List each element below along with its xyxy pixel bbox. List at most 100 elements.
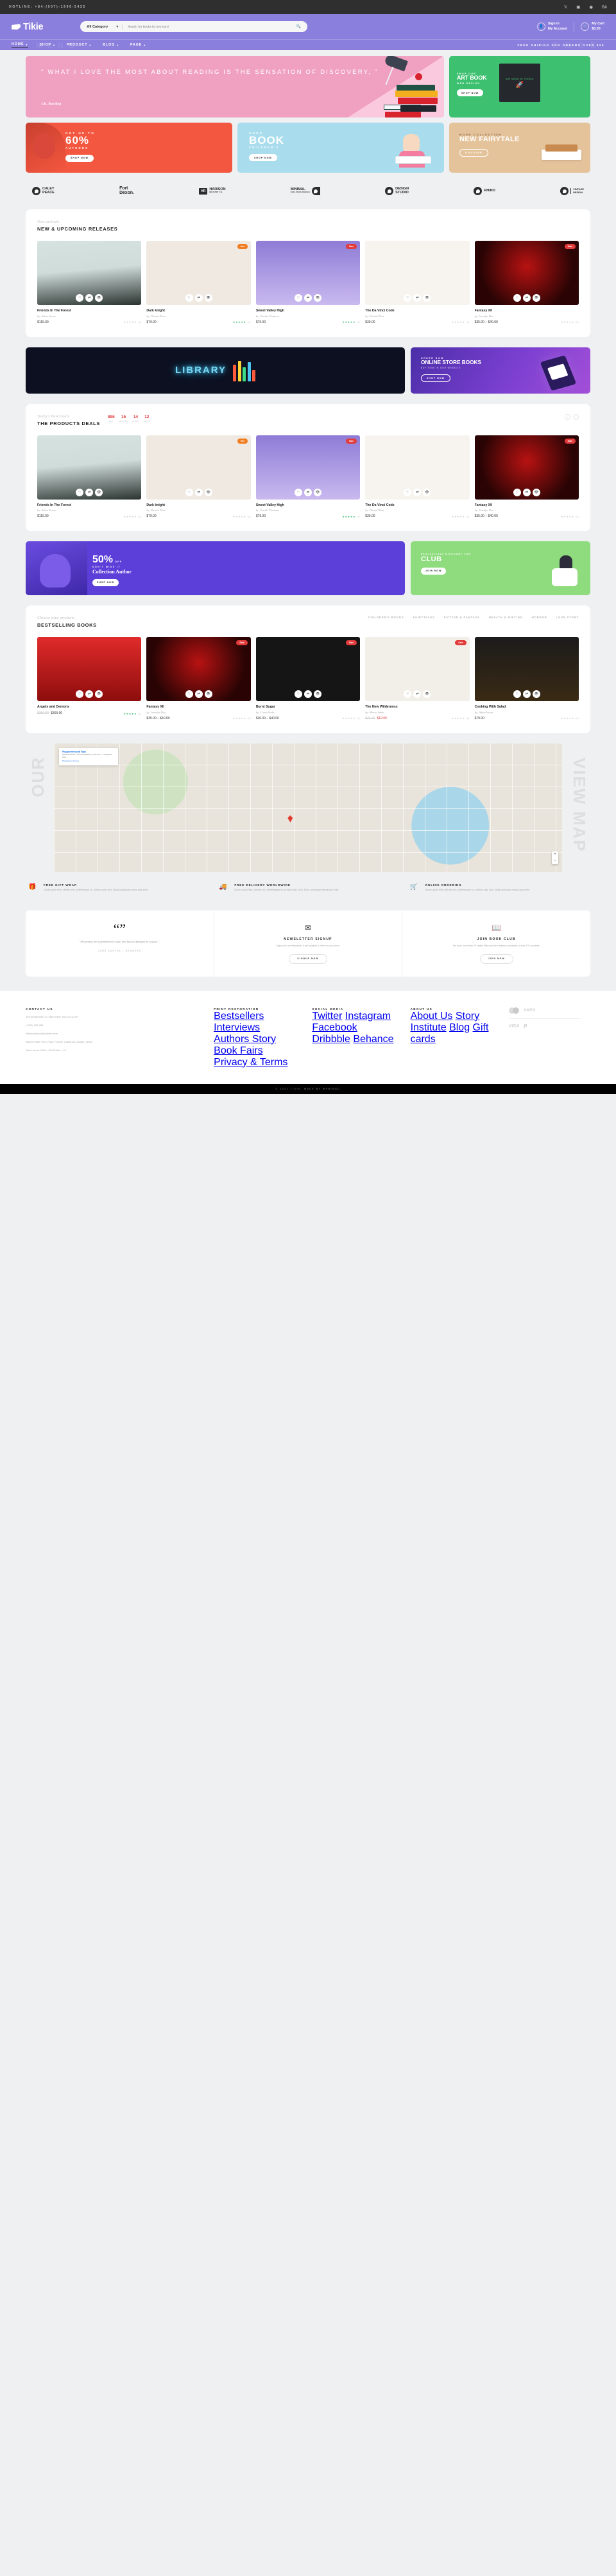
footer-link-bestsellers[interactable]: Bestsellers: [214, 1011, 264, 1022]
product-card[interactable]: ♡ ⇄ 👁 Angels and Demons $350.00 $300.00 ★★★…: [37, 637, 142, 720]
footer-link-story[interactable]: Story: [456, 1011, 479, 1022]
product-title[interactable]: The New Wilderness: [365, 705, 469, 709]
tab-love-story[interactable]: LOVE STORY: [556, 616, 579, 619]
quickview-icon[interactable]: 👁: [314, 488, 322, 496]
compare-icon[interactable]: ⇄: [304, 488, 312, 496]
product-card[interactable]: Sale ♡ ⇄ 👁 Fantasy XII by: Jennifer Doe $3…: [474, 241, 579, 324]
wishlist-icon[interactable]: ♡: [185, 294, 193, 302]
product-card[interactable]: Hot ♡ ⇄ 👁 Dark knight by: Davisd Plast $79…: [146, 241, 251, 324]
product-thumbnail[interactable]: ♡ ⇄ 👁: [365, 241, 470, 306]
product-thumbnail[interactable]: ♡ ⇄ 👁: [37, 435, 142, 500]
product-thumbnail[interactable]: ♡ ⇄ 👁: [474, 637, 579, 702]
product-card[interactable]: Sale ♡ ⇄ 👁 The New Wilderness by: Maria Ja…: [365, 637, 470, 720]
footer-link-facebook[interactable]: Facebook: [312, 1022, 357, 1033]
online-store-banner[interactable]: ORDER NOW ONLINE STORE BOOKS BUY NOW IN …: [411, 347, 590, 394]
zoom-in-button[interactable]: +: [552, 851, 558, 858]
wishlist-icon[interactable]: ♡: [76, 690, 84, 699]
prev-arrow-icon[interactable]: ‹: [565, 413, 570, 420]
quickview-icon[interactable]: 👁: [204, 690, 212, 699]
nav-item-home[interactable]: HOME ▼: [12, 42, 29, 48]
wishlist-icon[interactable]: ♡: [295, 488, 303, 496]
store-shop-button[interactable]: SHOP NOW: [421, 374, 450, 383]
product-hover-actions[interactable]: ♡ ⇄ 👁: [256, 690, 360, 699]
product-thumbnail[interactable]: Sale ♡ ⇄ 👁: [255, 241, 361, 306]
product-title[interactable]: Fantasy XII: [475, 309, 579, 313]
behance-icon[interactable]: Bē: [602, 5, 607, 10]
search-bar[interactable]: All Category ▼ 🔍: [80, 21, 308, 32]
search-icon[interactable]: 🔍: [296, 24, 301, 29]
compare-icon[interactable]: ⇄: [194, 294, 203, 302]
tab-horror[interactable]: HORROR: [532, 616, 547, 619]
wishlist-icon[interactable]: ♡: [185, 690, 193, 699]
footer-link-instagram[interactable]: Instagram: [345, 1011, 391, 1022]
club-join-button[interactable]: JOIN NOW: [421, 568, 447, 575]
quickview-icon[interactable]: 👁: [95, 690, 103, 699]
product-hover-actions[interactable]: ♡ ⇄ 👁: [37, 690, 141, 699]
wishlist-icon[interactable]: ♡: [76, 294, 84, 302]
wishlist-icon[interactable]: ♡: [185, 488, 193, 496]
brand-caley-peace[interactable]: CALEY PEACE: [32, 187, 55, 196]
wishlist-icon[interactable]: ♡: [295, 294, 303, 302]
promo-fairytale[interactable]: BOOK COLLECTION NEW FAIRYTALE DISCOVER: [449, 123, 590, 173]
instagram-icon[interactable]: ▣: [576, 4, 580, 10]
footer-link-behance[interactable]: Behance: [353, 1034, 393, 1045]
product-title[interactable]: Friends In The Forest: [37, 503, 141, 507]
product-hover-actions[interactable]: ♡ ⇄ 👁: [365, 690, 469, 699]
nav-item-blog[interactable]: BLOG ▼: [103, 42, 119, 48]
product-thumbnail[interactable]: Sale ♡ ⇄ 👁: [474, 241, 579, 306]
quickview-icon[interactable]: 👁: [423, 488, 431, 496]
quickview-icon[interactable]: 👁: [95, 294, 103, 302]
product-thumbnail[interactable]: Sale ♡ ⇄ 👁: [255, 435, 361, 500]
wishlist-icon[interactable]: ♡: [76, 488, 84, 496]
brand-harison[interactable]: HR HARISON INDISTRY CO.: [199, 188, 226, 195]
footer-link-blog[interactable]: Blog: [449, 1022, 470, 1033]
tab-fairytales[interactable]: FAIRYTALES: [413, 616, 435, 619]
product-card[interactable]: Sale ♡ ⇄ 👁 Sweet Valley High by: Davids Th…: [255, 435, 361, 518]
signin-button[interactable]: 👤 Sign in My Account: [536, 22, 567, 32]
brand-vintage-design[interactable]: VINTAGE DESIGN: [560, 187, 584, 196]
book-club-banner[interactable]: EXCLUSIVELY DISCOUNT FOR CLUB JOIN NOW: [411, 541, 590, 596]
quickview-icon[interactable]: 👁: [423, 690, 431, 699]
promo-childrens-book[interactable]: SHOP BOOK CHILDREN'S SHOP NOW: [237, 123, 444, 173]
product-title[interactable]: Dark knight: [146, 309, 250, 313]
quickview-icon[interactable]: 👁: [314, 690, 322, 699]
quickview-icon[interactable]: 👁: [204, 488, 212, 496]
map-zoom-controls[interactable]: + −: [552, 851, 558, 864]
map-canvas[interactable]: Рождественский Парк Ulitsa Lenina 61 / 7…: [54, 743, 562, 872]
quickview-icon[interactable]: 👁: [532, 690, 540, 699]
product-card[interactable]: Sale ♡ ⇄ 👁 Burnt Sugar by: Coast Books $30…: [255, 637, 361, 720]
quickview-icon[interactable]: 👁: [532, 294, 540, 302]
footer-link-institute[interactable]: Institute: [411, 1022, 447, 1033]
compare-icon[interactable]: ⇄: [522, 690, 531, 699]
nav-item-page[interactable]: PAGE ▼: [130, 42, 146, 48]
footer-link-about-us[interactable]: About Us: [411, 1011, 453, 1022]
wishlist-icon[interactable]: ♡: [513, 690, 521, 699]
product-title[interactable]: The Da Vinci Code: [365, 309, 469, 313]
product-title[interactable]: Fantasy XII: [475, 503, 579, 507]
footer-link-dribbble[interactable]: Dribbble: [312, 1034, 350, 1045]
product-card[interactable]: ♡ ⇄ 👁 Cooking With Salad by: Adam Strass $…: [474, 637, 579, 720]
quickview-icon[interactable]: 👁: [95, 488, 103, 496]
wishlist-icon[interactable]: ♡: [404, 690, 412, 699]
product-hover-actions[interactable]: ♡ ⇄ 👁: [475, 690, 579, 699]
compare-icon[interactable]: ⇄: [304, 690, 312, 699]
product-hover-actions[interactable]: ♡ ⇄ 👁: [146, 690, 250, 699]
brand-fort-dexon[interactable]: Fort Dexon.: [119, 186, 134, 195]
art-book-banner[interactable]: SHOP OUR ART BOOK WEB DESIGN SHOP NOW AR…: [449, 56, 590, 117]
site-logo[interactable]: Tikie: [12, 22, 44, 32]
hero-quote-banner[interactable]: " WHAT I LOVE THE MOST ABOUT READING IS …: [26, 56, 444, 117]
category-select-label[interactable]: All Category: [87, 25, 108, 29]
product-card[interactable]: Sale ♡ ⇄ 👁 Sweet Valley High by: Davids Th…: [255, 241, 361, 324]
carousel-arrows[interactable]: ‹ ›: [565, 413, 579, 420]
product-card[interactable]: ♡ ⇄ 👁 Friends In The Forest by: Adam Stras…: [37, 241, 142, 324]
product-hover-actions[interactable]: ♡ ⇄ 👁: [256, 488, 360, 496]
product-hover-actions[interactable]: ♡ ⇄ 👁: [146, 488, 250, 496]
product-thumbnail[interactable]: Hot ♡ ⇄ 👁: [146, 241, 251, 306]
collection-shop-button[interactable]: SHOP NOW: [92, 579, 119, 586]
next-arrow-icon[interactable]: ›: [573, 413, 579, 420]
product-thumbnail[interactable]: Sale ♡ ⇄ 👁: [255, 637, 361, 702]
product-hover-actions[interactable]: ♡ ⇄ 👁: [475, 294, 579, 302]
twitter-icon[interactable]: 𝕏: [564, 4, 567, 10]
compare-icon[interactable]: ⇄: [85, 690, 94, 699]
product-card[interactable]: Hot ♡ ⇄ 👁 Dark knight by: Davisd Plast $79…: [146, 435, 251, 518]
